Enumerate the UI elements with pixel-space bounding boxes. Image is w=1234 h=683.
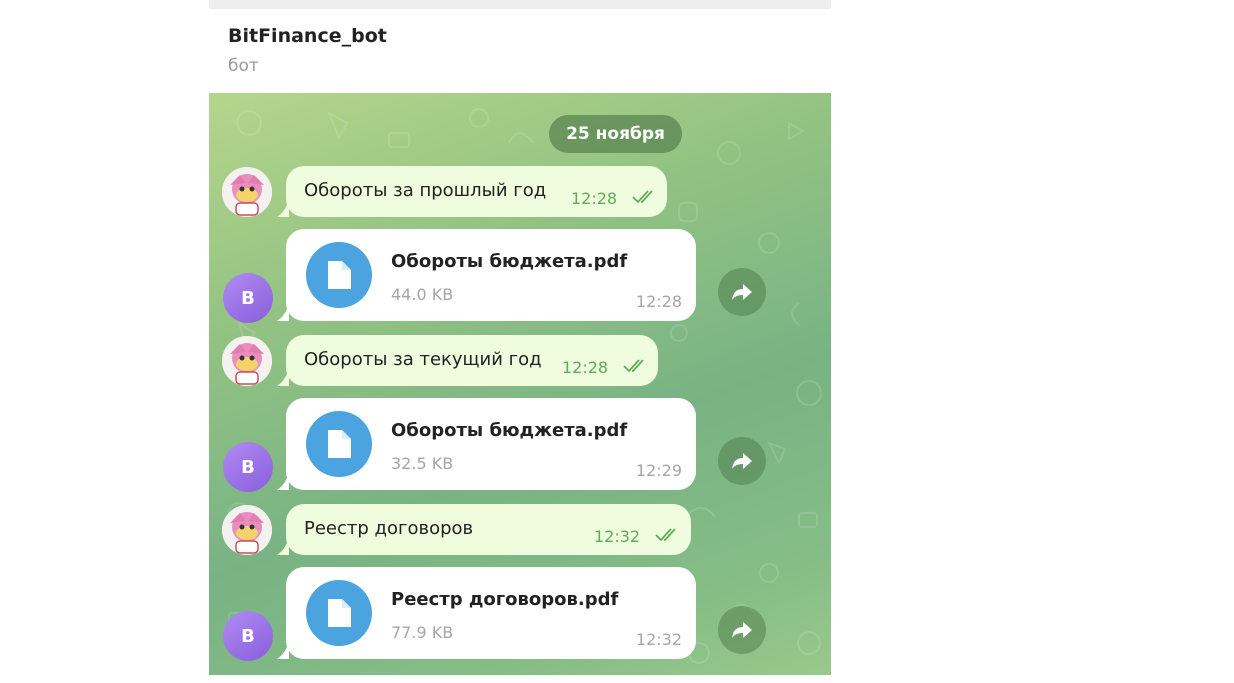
date-separator: 25 ноября — [549, 115, 682, 153]
forward-button[interactable] — [718, 606, 766, 654]
outgoing-message[interactable]: Обороты за прошлый год 12:28 — [286, 166, 667, 217]
avatar-illustration — [222, 167, 272, 217]
message-time: 12:28 — [571, 189, 618, 208]
read-checks-icon — [623, 359, 644, 373]
message-time: 12:29 — [635, 461, 682, 480]
outgoing-message[interactable]: Обороты за текущий год 12:28 — [286, 335, 658, 386]
user-avatar[interactable] — [222, 505, 272, 555]
file-message[interactable]: Обороты бюджета.pdf 44.0 KB 12:28 — [286, 229, 696, 321]
chat-header[interactable]: BitFinance_bot бот — [209, 9, 831, 93]
message-time: 12:28 — [562, 358, 609, 377]
message-text: Обороты за прошлый год — [304, 180, 547, 201]
read-checks-icon — [632, 190, 653, 204]
message-time: 12:32 — [594, 527, 641, 546]
forward-button[interactable] — [718, 268, 766, 316]
user-avatar[interactable] — [222, 167, 272, 217]
file-message[interactable]: Реестр договоров.pdf 77.9 KB 12:32 — [286, 567, 696, 659]
message-text: Обороты за текущий год — [304, 349, 542, 370]
file-size: 77.9 KB — [391, 623, 454, 642]
avatar-illustration — [222, 505, 272, 555]
forward-arrow-icon — [732, 284, 752, 300]
message-time: 12:32 — [635, 630, 682, 649]
top-strip — [209, 0, 831, 9]
bot-avatar[interactable]: B — [223, 611, 273, 661]
bot-avatar[interactable]: B — [223, 273, 273, 323]
document-icon[interactable] — [306, 242, 372, 308]
file-size: 32.5 KB — [391, 454, 454, 473]
file-size: 44.0 KB — [391, 285, 454, 304]
document-icon[interactable] — [306, 580, 372, 646]
forward-arrow-icon — [732, 622, 752, 638]
chat-title[interactable]: BitFinance_bot — [228, 25, 387, 47]
document-icon[interactable] — [306, 411, 372, 477]
file-name[interactable]: Обороты бюджета.pdf — [391, 420, 627, 441]
forward-arrow-icon — [732, 453, 752, 469]
read-checks-icon — [655, 528, 676, 542]
file-message[interactable]: Обороты бюджета.pdf 32.5 KB 12:29 — [286, 398, 696, 490]
bot-avatar[interactable]: B — [223, 442, 273, 492]
file-name[interactable]: Реестр договоров.pdf — [391, 589, 618, 610]
avatar-illustration — [222, 336, 272, 386]
file-name[interactable]: Обороты бюджета.pdf — [391, 251, 627, 272]
outgoing-message[interactable]: Реестр договоров 12:32 — [286, 504, 691, 555]
message-time: 12:28 — [635, 292, 682, 311]
message-text: Реестр договоров — [304, 518, 474, 539]
forward-button[interactable] — [718, 437, 766, 485]
chat-area[interactable]: 25 ноября Обороты за прошлый год 12:28 B… — [209, 93, 831, 675]
user-avatar[interactable] — [222, 336, 272, 386]
chat-subtitle: бот — [228, 56, 259, 76]
